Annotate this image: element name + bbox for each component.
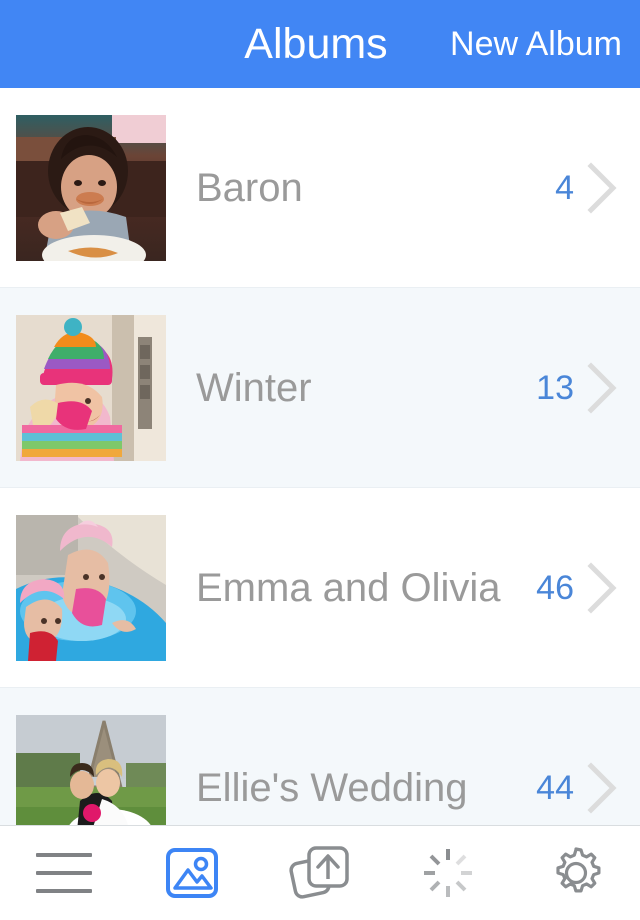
menu-icon-bars xyxy=(36,853,92,893)
album-row[interactable]: Emma and Olivia 46 xyxy=(0,488,640,688)
bottom-toolbar xyxy=(0,825,640,920)
album-thumbnail xyxy=(16,515,166,661)
album-photo-count: 46 xyxy=(536,568,574,607)
album-name: Ellie's Wedding xyxy=(196,765,468,810)
album-name: Baron xyxy=(196,165,303,210)
photos-icon[interactable] xyxy=(128,826,256,920)
album-name: Emma and Olivia xyxy=(196,565,501,610)
chevron-right-icon[interactable] xyxy=(574,762,632,814)
chevron-right-icon[interactable] xyxy=(574,162,632,214)
chevron-right-icon[interactable] xyxy=(574,362,632,414)
album-thumbnail xyxy=(16,315,166,461)
album-name: Winter xyxy=(196,365,312,410)
album-row[interactable]: Baron 4 xyxy=(0,88,640,288)
album-row[interactable]: Winter 13 xyxy=(0,288,640,488)
chevron-right-icon[interactable] xyxy=(574,562,632,614)
albums-screen: Albums New Album Baron 4 Winter 13 Emma … xyxy=(0,0,640,920)
album-photo-count: 4 xyxy=(555,168,574,207)
new-album-button[interactable]: New Album xyxy=(450,25,622,64)
menu-icon[interactable] xyxy=(0,826,128,920)
app-header: Albums New Album xyxy=(0,0,640,88)
upload-icon[interactable] xyxy=(256,826,384,920)
spinner-icon[interactable] xyxy=(384,826,512,920)
album-thumbnail xyxy=(16,115,166,261)
albums-list[interactable]: Baron 4 Winter 13 Emma and Olivia 46 Ell… xyxy=(0,88,640,888)
gear-icon[interactable] xyxy=(512,826,640,920)
album-photo-count: 13 xyxy=(536,368,574,407)
album-photo-count: 44 xyxy=(536,768,574,807)
